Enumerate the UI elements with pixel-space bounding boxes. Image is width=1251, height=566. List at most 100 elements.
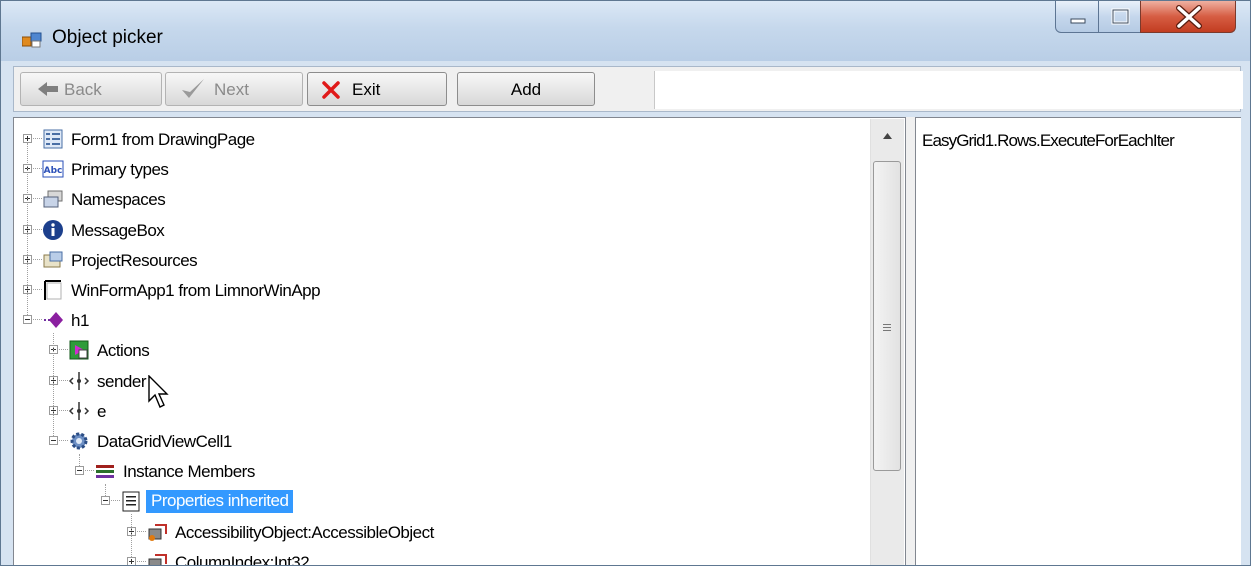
content-area: Form1 from DrawingPage Abc Primary types Na…: [13, 117, 1241, 566]
property-icon: [148, 524, 167, 541]
tree-item[interactable]: ColumnIndex:Int32: [14, 549, 864, 566]
close-button[interactable]: [1140, 1, 1236, 33]
window-icon: [44, 280, 62, 300]
tree-connector: [79, 454, 81, 466]
app-icon: [22, 32, 42, 48]
tree-item-label: h1: [71, 311, 89, 330]
tree-connector: [33, 259, 42, 261]
window-title: Object picker: [52, 27, 163, 48]
detail-pane[interactable]: EasyGrid1.Rows.ExecuteForEachIter: [915, 117, 1241, 565]
tree-item[interactable]: Actions: [14, 337, 864, 365]
tree-connector: [33, 229, 42, 231]
gear-icon: [70, 432, 88, 450]
tree-item-label: Properties inherited: [146, 490, 294, 513]
tree-item-label: DataGridViewCell1: [97, 432, 232, 451]
members-icon: [96, 465, 114, 478]
tree-item[interactable]: Properties inherited: [14, 488, 864, 516]
parameter-icon: [68, 402, 90, 420]
tree-connector: [33, 319, 42, 321]
status-field: [654, 71, 1243, 109]
expand-toggle-icon[interactable]: [23, 134, 32, 143]
tree-connector: [59, 349, 68, 351]
tree-item[interactable]: ProjectResources: [14, 247, 864, 275]
tree-item[interactable]: Namespaces: [14, 186, 864, 214]
tree-item-label: ProjectResources: [71, 251, 198, 270]
properties-icon: [122, 491, 140, 512]
tree-connector: [33, 289, 42, 291]
exit-label: Exit: [352, 80, 381, 99]
detail-text: EasyGrid1.Rows.ExecuteForEachIter: [922, 131, 1175, 150]
tree-item-label: Namespaces: [71, 190, 166, 209]
tree-item-label: WinFormApp1 from LimnorWinApp: [71, 281, 321, 300]
tree-connector: [111, 500, 120, 502]
object-picker-window: Object picker Back Next Exit Add Form1 f…: [0, 0, 1251, 566]
next-label: Next: [214, 80, 249, 99]
tree-item[interactable]: sender: [14, 368, 864, 396]
tree-connector: [33, 168, 42, 170]
svg-text:Abc: Abc: [44, 166, 63, 176]
scroll-up-button[interactable]: [871, 119, 904, 149]
resources-icon: [43, 251, 63, 268]
tree-item[interactable]: e: [14, 398, 864, 426]
tree-scrollbar[interactable]: [870, 119, 904, 565]
tree-item[interactable]: MessageBox: [14, 217, 864, 245]
tree-item-label: e: [97, 402, 106, 421]
tree-connector: [33, 138, 42, 140]
scroll-thumb[interactable]: [873, 161, 901, 471]
tree-item-label: Primary types: [71, 160, 169, 179]
event-handler-icon: [44, 312, 63, 328]
parameter-icon: [68, 372, 90, 390]
info-icon: [43, 220, 63, 240]
tree-item-label: Instance Members: [123, 462, 255, 481]
tree-item-label: AccessibilityObject:AccessibleObject: [175, 523, 434, 542]
expand-toggle-icon[interactable]: [127, 557, 136, 565]
tree-connector: [59, 440, 68, 442]
tree-item[interactable]: Abc Primary types: [14, 156, 864, 184]
mouse-cursor-icon: [148, 375, 169, 408]
tree-connector: [59, 410, 68, 412]
collapse-toggle-icon[interactable]: [75, 466, 84, 475]
back-label: Back: [64, 80, 102, 99]
tree-item-label: Form1 from DrawingPage: [71, 130, 255, 149]
tree-connector: [137, 531, 146, 533]
tree-item[interactable]: WinFormApp1 from LimnorWinApp: [14, 277, 864, 305]
scroll-up-arrow-icon: [883, 133, 892, 139]
scroll-grip-icon: [883, 324, 891, 331]
tree-connector: [53, 333, 55, 436]
actions-icon: [69, 340, 89, 360]
tree-item[interactable]: AccessibilityObject:AccessibleObject: [14, 519, 864, 547]
tree-connector: [131, 514, 133, 557]
form-icon: [43, 129, 63, 149]
minimize-icon: [1070, 18, 1086, 24]
collapse-toggle-icon[interactable]: [101, 496, 110, 505]
toolbar: Back Next Exit Add: [13, 66, 1243, 112]
back-button[interactable]: Back: [20, 72, 162, 106]
checkmark-icon: [182, 79, 204, 98]
namespaces-icon: [43, 190, 63, 208]
tree-connector: [27, 143, 29, 315]
tree-item[interactable]: h1: [14, 307, 864, 335]
tree-item[interactable]: DataGridViewCell1: [14, 428, 864, 456]
title-bar[interactable]: Object picker: [1, 1, 1250, 61]
abc-icon: Abc: [42, 160, 64, 178]
tree-item-label: sender: [97, 372, 146, 391]
collapse-toggle-icon[interactable]: [49, 436, 58, 445]
back-arrow-icon: [38, 82, 58, 96]
exit-x-icon: [322, 81, 340, 99]
exit-button[interactable]: Exit: [307, 72, 447, 106]
maximize-button[interactable]: [1098, 1, 1141, 33]
tree-item[interactable]: Instance Members: [14, 458, 864, 486]
collapse-toggle-icon[interactable]: [23, 315, 32, 324]
add-button[interactable]: Add: [457, 72, 595, 106]
property-icon: [148, 554, 167, 565]
tree-connector: [105, 484, 107, 496]
tree-item-label: Actions: [97, 341, 150, 360]
close-icon: [1176, 5, 1202, 29]
maximize-icon: [1111, 8, 1130, 25]
minimize-button[interactable]: [1055, 1, 1099, 33]
object-tree[interactable]: Form1 from DrawingPage Abc Primary types Na…: [13, 117, 906, 566]
tree-connector: [59, 380, 68, 382]
next-button[interactable]: Next: [165, 72, 303, 106]
tree-item-label: ColumnIndex:Int32: [175, 553, 310, 566]
tree-item[interactable]: Form1 from DrawingPage: [14, 126, 864, 154]
